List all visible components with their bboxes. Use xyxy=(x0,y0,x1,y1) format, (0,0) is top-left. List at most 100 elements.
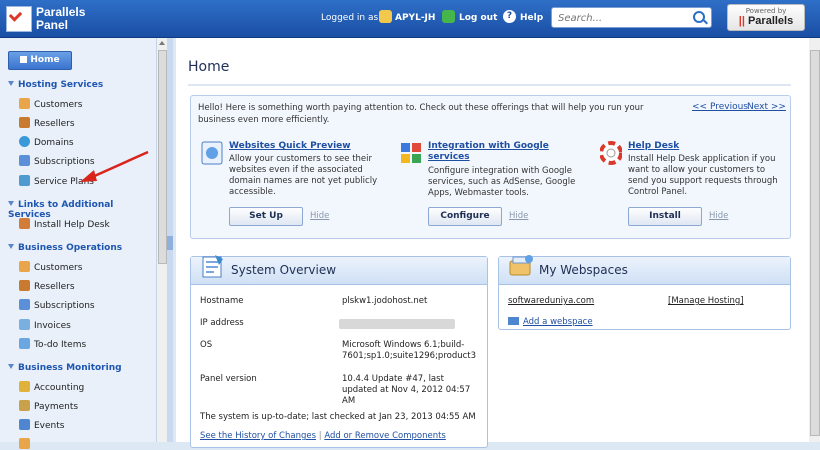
promo-previous-link[interactable]: << Previous xyxy=(692,102,748,112)
my-webspaces-panel: My Webspaces softwareduniya.com [Manage … xyxy=(498,255,791,330)
main-scroll-thumb[interactable] xyxy=(810,50,820,436)
setup-button[interactable]: Set Up xyxy=(229,207,303,226)
promo-box: Hello! Here is something worth paying at… xyxy=(190,95,791,239)
sidebar-item-domains[interactable]: Domains xyxy=(19,136,74,148)
help-link[interactable]: Help xyxy=(520,12,543,24)
offer-title-link[interactable]: Help Desk xyxy=(628,141,783,152)
add-webspace-row: Add a webspace xyxy=(508,317,593,328)
sidebar-item-customers[interactable]: Customers xyxy=(19,98,82,110)
logout-link[interactable]: Log out xyxy=(459,12,497,24)
add-webspace-icon xyxy=(508,317,519,325)
offer-description: Allow your customers to see their websit… xyxy=(229,154,378,197)
resellers-icon xyxy=(19,117,30,128)
quick-preview-icon xyxy=(201,141,223,165)
sidebar-item-events[interactable]: Events xyxy=(19,419,64,431)
add-remove-components-link[interactable]: Add or Remove Components xyxy=(324,431,446,441)
invoices-icon xyxy=(19,319,30,330)
sidebar: Home Hosting Services Customers Reseller… xyxy=(0,38,156,449)
ip-address-label: IP address xyxy=(200,318,244,328)
sidebar-collapse-bar[interactable] xyxy=(167,38,173,442)
sidebar-item-install-help-desk[interactable]: Install Help Desk xyxy=(19,218,110,230)
search-input[interactable] xyxy=(556,10,690,26)
sidebar-item-payments[interactable]: Payments xyxy=(19,400,78,412)
top-header: Parallels Panel Logged in as APYL-JH Log… xyxy=(0,0,820,38)
sidebar-scroll-thumb[interactable] xyxy=(158,50,167,264)
home-button[interactable]: Home xyxy=(8,51,72,70)
username-link[interactable]: APYL-JH xyxy=(395,12,435,24)
install-icon xyxy=(19,218,30,229)
subscriptions-icon xyxy=(19,299,30,310)
section-links-additional-services[interactable]: Links to Additional Services xyxy=(8,200,156,220)
title-divider xyxy=(188,84,791,86)
hostname-label: Hostname xyxy=(200,296,244,306)
install-button[interactable]: Install xyxy=(628,207,702,226)
panel-version-label: Panel version xyxy=(200,374,257,384)
resellers-icon xyxy=(19,280,30,291)
logout-icon[interactable] xyxy=(442,10,455,23)
offer-help-desk: Help Desk Install Help Desk application … xyxy=(600,141,786,231)
offer-google-integration: Integration with Google services Configu… xyxy=(400,141,586,231)
main-scrollbar[interactable] xyxy=(809,38,820,442)
hide-link[interactable]: Hide xyxy=(709,211,728,221)
accounting-icon xyxy=(19,381,30,392)
user-icon xyxy=(379,10,392,23)
red-annotation-arrow xyxy=(80,150,149,182)
sidebar-item-invoices[interactable]: Invoices xyxy=(19,319,71,331)
offer-title-link[interactable]: Integration with Google services xyxy=(428,141,583,163)
sidebar-item-bo-subscriptions[interactable]: Subscriptions xyxy=(19,299,95,311)
configure-button[interactable]: Configure xyxy=(428,207,502,226)
promo-next-link[interactable]: Next >> xyxy=(747,102,786,112)
collapse-triangle-icon xyxy=(8,364,14,369)
history-of-changes-link[interactable]: See the History of Changes xyxy=(200,431,316,441)
offer-title-link[interactable]: Websites Quick Preview xyxy=(229,141,384,152)
scroll-up-icon[interactable] xyxy=(159,41,165,45)
sidebar-item-resellers[interactable]: Resellers xyxy=(19,117,75,129)
offer-websites-quick-preview: Websites Quick Preview Allow your custom… xyxy=(201,141,387,231)
section-business-monitoring[interactable]: Business Monitoring xyxy=(8,363,122,373)
powered-by-badge[interactable]: Powered by || Parallels xyxy=(727,4,805,31)
sidebar-scrollbar[interactable] xyxy=(156,38,167,442)
sidebar-item-accounting[interactable]: Accounting xyxy=(19,381,84,393)
todo-icon xyxy=(19,338,30,349)
system-overview-panel: System Overview Hostname plskw1.jodohost… xyxy=(190,255,488,448)
powered-by-text: Powered by xyxy=(745,7,787,15)
sidebar-item-bo-customers[interactable]: Customers xyxy=(19,261,82,273)
section-business-operations[interactable]: Business Operations xyxy=(8,243,122,253)
google-services-icon xyxy=(401,143,421,163)
page-title: Home xyxy=(188,59,230,75)
lifebuoy-icon xyxy=(600,141,622,165)
collapse-triangle-icon xyxy=(8,244,14,249)
payments-icon xyxy=(19,400,30,411)
customers-icon xyxy=(19,261,30,272)
help-icon[interactable]: ? xyxy=(503,10,516,23)
section-hosting-services[interactable]: Hosting Services xyxy=(8,80,103,90)
parallels-panel-logo[interactable]: Parallels Panel xyxy=(6,4,96,34)
logged-in-label: Logged in as xyxy=(321,13,379,23)
panel-version-value: 10.4.4 Update #47, last updated at Nov 4… xyxy=(342,374,471,406)
webspace-domain-link[interactable]: softwareduniya.com xyxy=(508,296,594,307)
system-overview-icon xyxy=(202,255,223,278)
link-separator: | xyxy=(318,431,322,441)
partial-item-icon xyxy=(19,438,30,449)
sidebar-item-bo-resellers[interactable]: Resellers xyxy=(19,280,75,292)
search-icon[interactable] xyxy=(693,11,705,23)
hide-link[interactable]: Hide xyxy=(310,211,329,221)
panel-header: My Webspaces xyxy=(499,255,790,285)
customers-icon xyxy=(19,98,30,109)
panel-title: My Webspaces xyxy=(539,263,628,277)
collapse-handle-icon[interactable] xyxy=(167,236,173,250)
webspaces-icon xyxy=(509,255,533,276)
sidebar-item-partial[interactable] xyxy=(19,438,34,450)
hide-link[interactable]: Hide xyxy=(509,211,528,221)
add-webspace-link[interactable]: Add a webspace xyxy=(523,317,593,327)
os-label: OS xyxy=(200,340,213,350)
main-content: Home Hello! Here is something worth payi… xyxy=(176,38,809,448)
search-box[interactable] xyxy=(551,7,712,28)
panel-title: System Overview xyxy=(231,263,337,277)
parallels-mark-icon: || xyxy=(738,15,748,27)
os-value: Microsoft Windows 6.1;build-7601;sp1.0;s… xyxy=(342,340,477,361)
collapse-triangle-icon xyxy=(8,201,14,206)
home-icon xyxy=(20,56,28,63)
manage-hosting-link[interactable]: [Manage Hosting] xyxy=(668,296,744,307)
sidebar-item-todo-items[interactable]: To-do Items xyxy=(19,338,86,350)
